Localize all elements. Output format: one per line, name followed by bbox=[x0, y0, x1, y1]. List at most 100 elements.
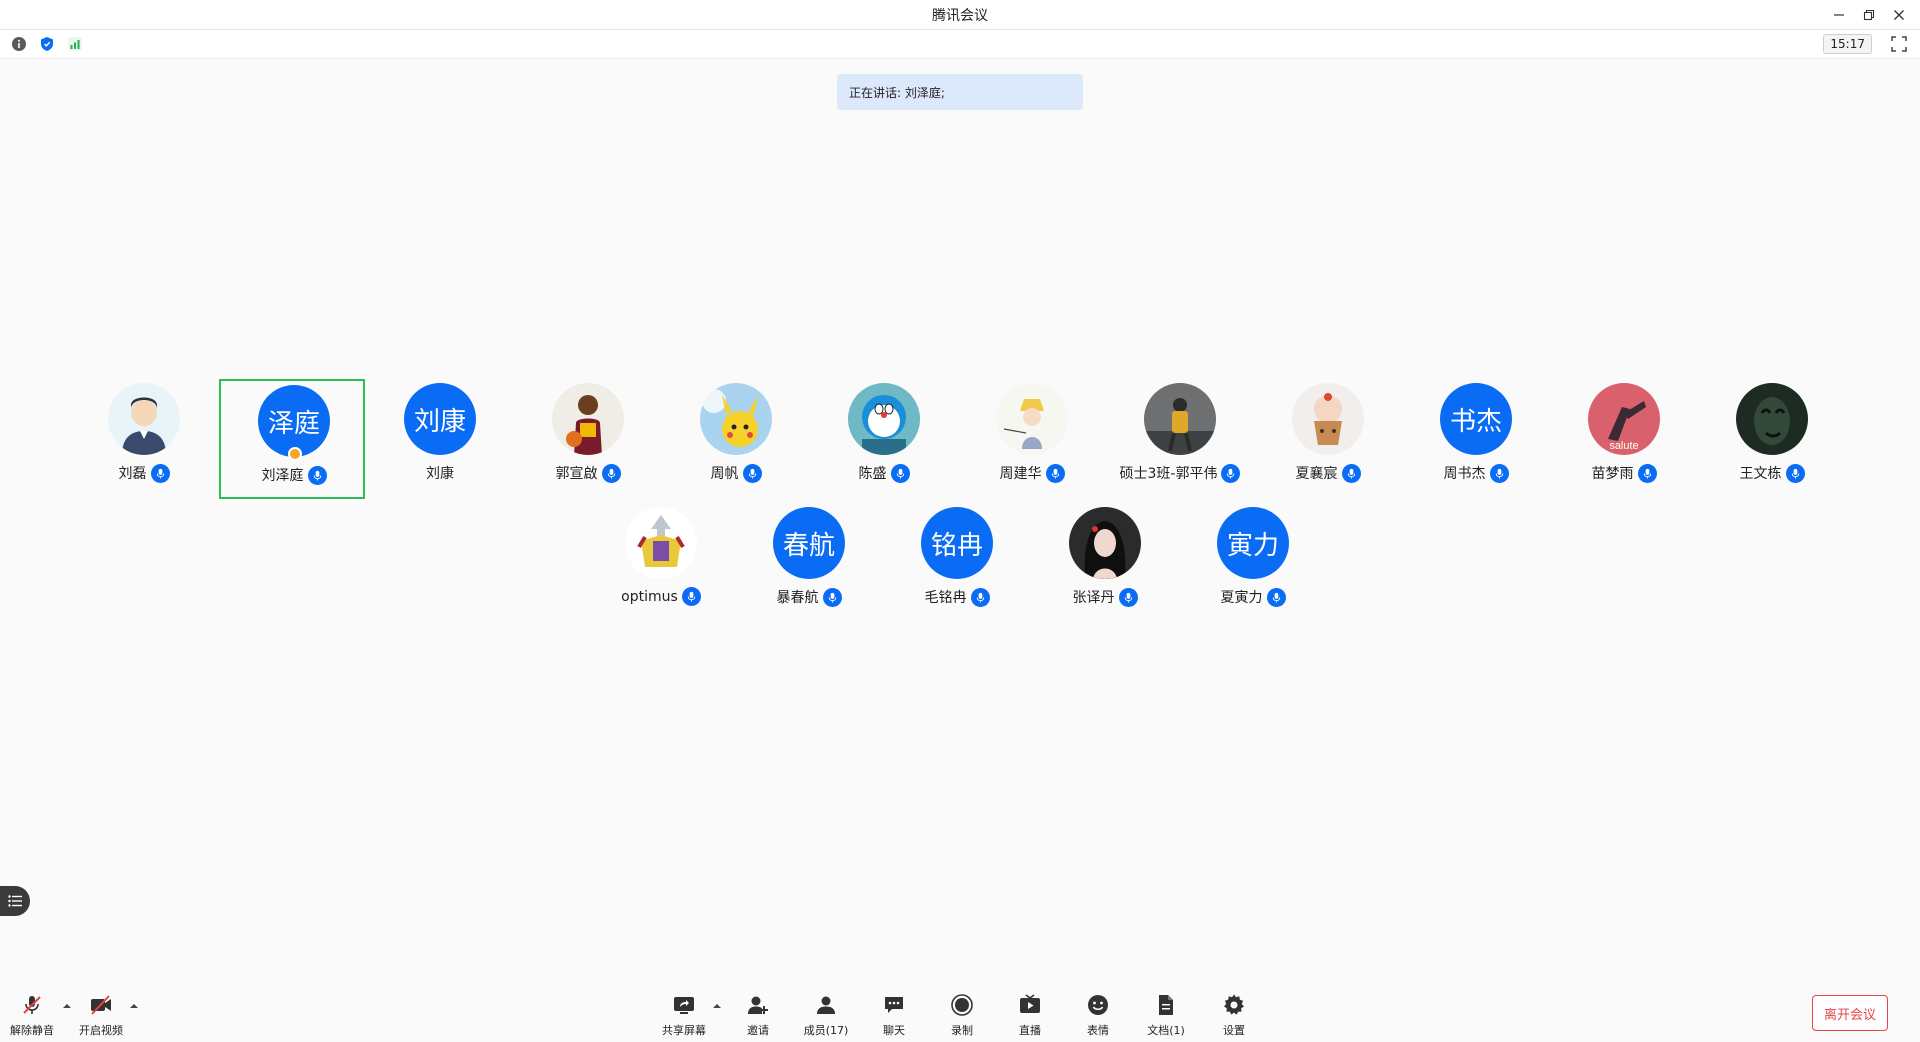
start-video-button[interactable]: 开启视频 bbox=[71, 982, 131, 1038]
hiker-avatar bbox=[1144, 383, 1216, 455]
mic-icon bbox=[896, 468, 904, 479]
mic-status-icon bbox=[890, 463, 910, 483]
mic-icon bbox=[1791, 468, 1799, 479]
documents-button[interactable]: 文档(1) bbox=[1136, 982, 1196, 1038]
avatar: 春航 bbox=[773, 507, 845, 579]
chat-button[interactable]: 聊天 bbox=[864, 982, 924, 1038]
info-icon bbox=[12, 37, 26, 51]
mic-icon bbox=[1347, 468, 1355, 479]
unmute-label: 解除静音 bbox=[10, 1024, 54, 1037]
record-icon bbox=[951, 994, 973, 1016]
participant-tile[interactable]: 硕士3班-郭平伟 bbox=[1107, 379, 1253, 499]
members-icon bbox=[817, 996, 835, 1014]
settings-label: 设置 bbox=[1223, 1024, 1245, 1037]
meeting-info-button[interactable] bbox=[10, 35, 28, 53]
participant-tile[interactable]: 寅力 夏寅力 bbox=[1180, 503, 1326, 623]
minimize-button[interactable] bbox=[1824, 0, 1854, 30]
participant-tile[interactable]: salute 苗梦雨 bbox=[1551, 379, 1697, 499]
avatar: 书杰 bbox=[1440, 383, 1512, 455]
participant-tile[interactable]: 刘康 刘康 bbox=[367, 379, 513, 499]
mic-icon bbox=[1124, 592, 1132, 603]
mic-status-icon bbox=[307, 465, 327, 485]
mic-icon bbox=[976, 592, 984, 603]
participant-tile[interactable]: optimus bbox=[588, 503, 734, 623]
meeting-toolbar: 解除静音 开启视频 共享屏幕 邀请 成员(17) 聊天 录制 直播 表情 文档(… bbox=[0, 982, 1920, 1042]
record-button[interactable]: 录制 bbox=[932, 982, 992, 1038]
participant-tile[interactable]: 刘磊 bbox=[71, 379, 217, 499]
participant-tile[interactable]: 王文栋 bbox=[1699, 379, 1845, 499]
svg-text:salute: salute bbox=[1609, 440, 1638, 452]
share-screen-label: 共享屏幕 bbox=[662, 1024, 706, 1037]
mic-status-icon bbox=[1266, 587, 1286, 607]
close-button[interactable] bbox=[1884, 0, 1914, 30]
meeting-time: 15:17 bbox=[1823, 34, 1872, 54]
basketball-player-avatar bbox=[552, 383, 624, 455]
security-button[interactable] bbox=[38, 35, 56, 53]
participant-tile[interactable]: 郭宣啟 bbox=[515, 379, 661, 499]
list-icon bbox=[8, 895, 22, 907]
live-button[interactable]: 直播 bbox=[1000, 982, 1060, 1038]
participant-tile[interactable]: 铭冉 毛铭冉 bbox=[884, 503, 1030, 623]
participant-tile[interactable]: 夏襄宸 bbox=[1255, 379, 1401, 499]
share-screen-icon bbox=[674, 997, 694, 1014]
participant-name: 郭宣啟 bbox=[555, 466, 598, 482]
participant-name: 刘磊 bbox=[118, 466, 147, 482]
unmute-button[interactable]: 解除静音 bbox=[2, 982, 62, 1038]
share-options-caret-icon[interactable] bbox=[711, 1000, 723, 1012]
participant-name: 硕士3班-郭平伟 bbox=[1119, 466, 1218, 482]
members-button[interactable]: 成员(17) bbox=[796, 982, 856, 1038]
participant-tile[interactable]: 周建华 bbox=[959, 379, 1105, 499]
minimize-icon bbox=[1834, 14, 1844, 16]
robot-avatar bbox=[625, 507, 697, 579]
participant-tile[interactable]: 陈盛 bbox=[811, 379, 957, 499]
participant-tile[interactable]: 书杰 周书杰 bbox=[1403, 379, 1549, 499]
documents-label: 文档(1) bbox=[1147, 1024, 1185, 1037]
security-shield-icon bbox=[41, 37, 53, 51]
settings-button[interactable]: 设置 bbox=[1204, 982, 1264, 1038]
share-screen-button[interactable]: 共享屏幕 bbox=[654, 982, 714, 1038]
participant-name-row: 刘泽庭 bbox=[221, 465, 367, 485]
mic-status-icon bbox=[742, 463, 762, 483]
participant-tile[interactable]: 春航 暴春航 bbox=[736, 503, 882, 623]
participant-tile[interactable]: 张译丹 bbox=[1032, 503, 1178, 623]
mic-icon bbox=[1272, 592, 1280, 603]
participant-name-row: 硕士3班-郭平伟 bbox=[1107, 463, 1253, 483]
live-icon bbox=[1020, 994, 1040, 1013]
leave-meeting-button[interactable]: 离开会议 bbox=[1812, 995, 1888, 1031]
avatar: 铭冉 bbox=[921, 507, 993, 579]
participant-name-row: 周书杰 bbox=[1403, 463, 1549, 483]
cupcake-avatar bbox=[1292, 383, 1364, 455]
mic-icon bbox=[156, 468, 164, 479]
restore-button[interactable] bbox=[1854, 0, 1884, 30]
participant-name: 周帆 bbox=[710, 466, 739, 482]
fullscreen-icon bbox=[1891, 36, 1907, 52]
side-panel-toggle[interactable] bbox=[0, 886, 30, 916]
participant-tile[interactable]: 周帆 bbox=[663, 379, 809, 499]
participant-tile[interactable]: 泽庭 刘泽庭 bbox=[219, 379, 365, 499]
title-bar: 腾讯会议 bbox=[0, 0, 1920, 30]
participant-name: 周建华 bbox=[999, 466, 1042, 482]
mic-icon bbox=[687, 591, 695, 602]
mic-icon bbox=[828, 592, 836, 603]
woman-photo-avatar bbox=[1069, 507, 1141, 579]
participant-name-row: 郭宣啟 bbox=[515, 463, 661, 483]
invite-button[interactable]: 邀请 bbox=[728, 982, 788, 1038]
participant-name: 刘康 bbox=[426, 466, 454, 482]
reactions-button[interactable]: 表情 bbox=[1068, 982, 1128, 1038]
participant-name: optimus bbox=[621, 588, 678, 605]
close-icon bbox=[1894, 10, 1904, 20]
doraemon-avatar bbox=[848, 383, 920, 455]
record-label: 录制 bbox=[951, 1024, 973, 1037]
reactions-label: 表情 bbox=[1087, 1024, 1109, 1037]
start-video-label: 开启视频 bbox=[79, 1024, 123, 1037]
mic-status-icon bbox=[681, 587, 701, 606]
fullscreen-button[interactable] bbox=[1890, 35, 1908, 53]
participant-name-row: 苗梦雨 bbox=[1551, 463, 1697, 483]
mic-icon bbox=[1227, 468, 1235, 479]
fishing-child-avatar bbox=[996, 383, 1068, 455]
mic-status-icon bbox=[150, 463, 170, 483]
network-status-button[interactable] bbox=[66, 35, 84, 53]
participant-name-row: 刘磊 bbox=[71, 463, 217, 483]
video-options-caret-icon[interactable] bbox=[128, 1000, 140, 1012]
signal-bars-icon bbox=[68, 37, 82, 51]
